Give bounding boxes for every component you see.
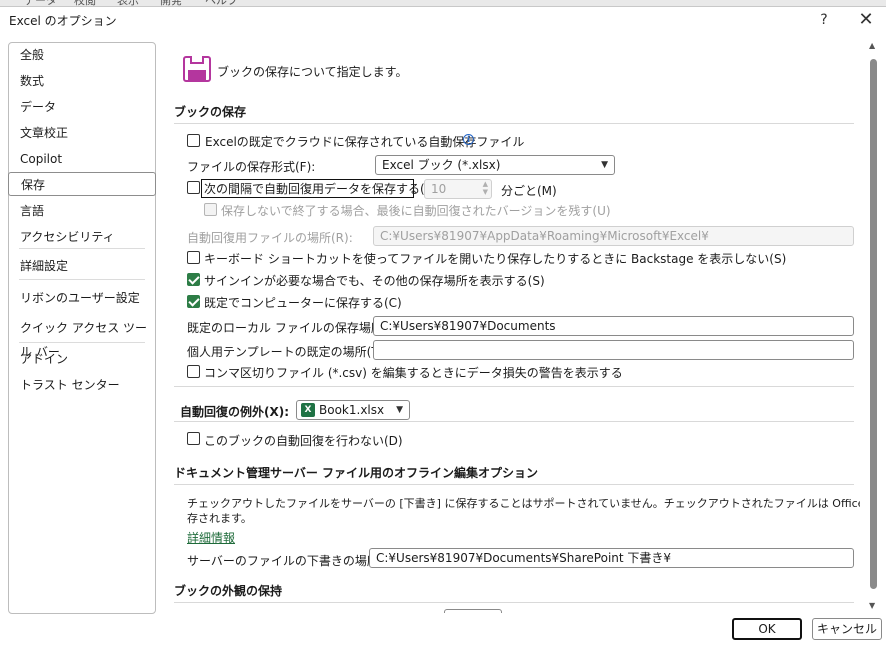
- section-divider: [174, 484, 854, 485]
- sidebar-item-data[interactable]: データ: [9, 95, 155, 119]
- autosave-cloud-label: Excelの既定でクラウドに保存されている自動保存ファイル: [205, 135, 525, 149]
- no-backstage-label: キーボード ショートカットを使ってファイルを開いたり保存したりするときに Bac…: [204, 252, 787, 266]
- no-backstage-checkbox[interactable]: [187, 251, 200, 264]
- section-divider: [174, 123, 854, 124]
- chevron-down-icon: ▼: [601, 160, 608, 170]
- csv-warning-label: コンマ区切りファイル (*.csv) を編集するときにデータ損失の警告を表示する: [204, 366, 623, 380]
- sidebar-item-proofing[interactable]: 文章校正: [9, 121, 155, 145]
- keep-last-version-label: 保存しないで終了する場合、最後に自動回復されたバージョンを残す(U): [221, 204, 611, 218]
- file-format-value: Excel ブック (*.xlsx): [382, 158, 501, 172]
- sidebar-item-save[interactable]: 保存: [8, 172, 156, 196]
- sidebar-item-advanced[interactable]: 詳細設定: [9, 254, 155, 278]
- show-additional-places-label: サインインが必要な場合でも、その他の保存場所を表示する(S): [204, 274, 545, 288]
- excel-file-icon: X: [301, 403, 315, 417]
- info-icon[interactable]: i: [463, 134, 474, 145]
- save-options-panel: ブックの保存について指定します。 ブックの保存 Excelの既定でクラウドに保存…: [170, 43, 860, 613]
- title-bar: Excel のオプション ? ✕: [0, 7, 886, 33]
- default-local-location-label: 既定のローカル ファイルの保存場所(I):: [187, 321, 400, 335]
- autorecover-location-field[interactable]: C:¥Users¥81907¥AppData¥Roaming¥Microsoft…: [373, 226, 854, 246]
- autosave-cloud-checkbox[interactable]: [187, 134, 200, 147]
- vertical-scrollbar[interactable]: ▲ ▼: [866, 41, 882, 615]
- autorecover-interval-label: 次の間隔で自動回復用データを保存する(A):: [204, 182, 442, 196]
- autorecover-workbook-select[interactable]: X Book1.xlsx ▼: [296, 400, 410, 420]
- scroll-up-icon[interactable]: ▲: [869, 41, 875, 50]
- save-icon: [183, 56, 211, 82]
- autorecover-minutes-unit: 分ごと(M): [501, 184, 557, 198]
- section-title-offline-editing: ドキュメント管理サーバー ファイル用のオフライン編集オプション: [174, 466, 539, 480]
- autorecover-location-label: 自動回復用ファイルの場所(R):: [187, 231, 353, 245]
- excel-options-dialog: Excel のオプション ? ✕ 全般 数式 データ 文章校正 Copilot …: [0, 6, 886, 651]
- section-title-workbook-appearance: ブックの外観の保持: [174, 584, 283, 598]
- csv-warning-checkbox[interactable]: [187, 365, 200, 378]
- autorecover-workbook-value: Book1.xlsx: [319, 403, 385, 417]
- spinner-arrows-icon: ▲ ▼: [482, 180, 488, 196]
- chevron-down-icon: ▼: [396, 405, 403, 415]
- autorecover-minutes-value: 10: [431, 182, 447, 196]
- offline-description-line2: 存されます。: [187, 512, 252, 525]
- section-divider: [174, 386, 854, 387]
- save-to-computer-checkbox[interactable]: [187, 295, 200, 308]
- appearance-partial-field[interactable]: [444, 609, 502, 613]
- save-to-computer-label: 既定でコンピューターに保存する(C): [204, 296, 402, 310]
- section-divider: [174, 602, 854, 603]
- sidebar-divider: [19, 279, 145, 280]
- file-format-label: ファイルの保存形式(F):: [187, 160, 316, 174]
- personal-templates-location-label: 個人用テンプレートの既定の場所(T):: [187, 345, 388, 359]
- help-button[interactable]: ?: [814, 10, 834, 30]
- file-format-select[interactable]: Excel ブック (*.xlsx) ▼: [375, 155, 615, 175]
- window-title: Excel のオプション: [9, 14, 117, 28]
- show-additional-places-checkbox[interactable]: [187, 273, 200, 286]
- sidebar-item-accessibility[interactable]: アクセシビリティ: [9, 225, 155, 249]
- sidebar-divider: [19, 342, 145, 343]
- sidebar-item-customize-ribbon[interactable]: リボンのユーザー設定: [9, 286, 155, 310]
- keep-last-version-checkbox[interactable]: [204, 203, 217, 216]
- scrollbar-thumb[interactable]: [870, 59, 877, 589]
- sidebar-item-copilot[interactable]: Copilot: [9, 147, 155, 171]
- sidebar-divider: [19, 248, 145, 249]
- sidebar-item-formulas[interactable]: 数式: [9, 69, 155, 93]
- sidebar-item-quick-access-toolbar[interactable]: クイック アクセス ツール バー: [9, 316, 155, 359]
- drafts-location-field[interactable]: C:¥Users¥81907¥Documents¥SharePoint 下書き¥: [369, 548, 854, 568]
- autorecover-minutes-spinner[interactable]: 10 ▲ ▼: [424, 179, 492, 199]
- autorecover-exceptions-label: 自動回復の例外(X):: [180, 405, 290, 419]
- section-divider: [174, 421, 854, 422]
- category-sidebar: 全般 数式 データ 文章校正 Copilot 保存 言語 アクセシビリティ 詳細…: [8, 42, 156, 614]
- personal-templates-location-field[interactable]: [373, 340, 854, 360]
- cancel-button[interactable]: キャンセル: [812, 618, 882, 640]
- disable-autorecover-checkbox[interactable]: [187, 432, 200, 445]
- section-title-save-workbooks: ブックの保存: [174, 105, 247, 119]
- more-info-link[interactable]: 詳細情報: [187, 529, 235, 546]
- sidebar-item-general[interactable]: 全般: [9, 43, 155, 67]
- scroll-down-icon[interactable]: ▼: [869, 601, 875, 610]
- sidebar-item-language[interactable]: 言語: [9, 199, 155, 223]
- disable-autorecover-label: このブックの自動回復を行わない(D): [204, 434, 403, 448]
- offline-description-line1: チェックアウトしたファイルをサーバーの [下書き] に保存することはサポートされ…: [187, 497, 860, 510]
- default-local-location-field[interactable]: C:¥Users¥81907¥Documents: [373, 316, 854, 336]
- ok-button[interactable]: OK: [732, 618, 802, 640]
- page-header: ブックの保存について指定します。: [217, 65, 408, 79]
- sidebar-item-trust-center[interactable]: トラスト センター: [9, 373, 155, 397]
- autorecover-interval-checkbox[interactable]: [187, 181, 200, 194]
- sidebar-item-addins[interactable]: アドイン: [9, 347, 155, 371]
- close-button[interactable]: ✕: [856, 10, 876, 30]
